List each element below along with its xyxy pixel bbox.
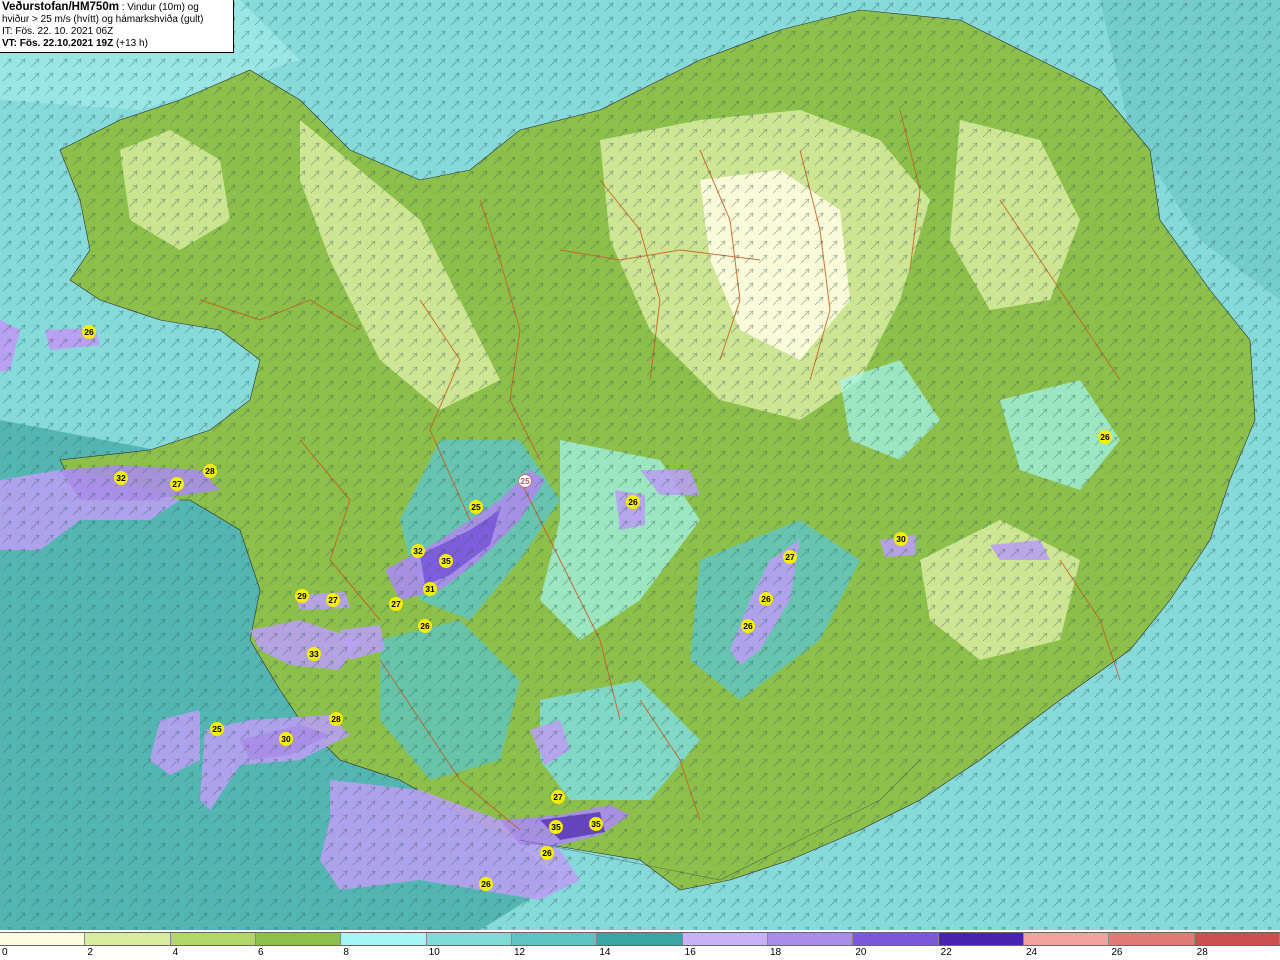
wind-arrows — [0, 0, 1280, 930]
max-gust-label: 30 — [279, 732, 293, 746]
legend-swatch — [85, 933, 171, 945]
legend-tick-label: 10 — [428, 947, 440, 958]
legend-tick-label: 6 — [258, 947, 264, 958]
max-gust-label: 26 — [418, 619, 432, 633]
valid-time: VT: Fös. 22.10.2021 19Z — [2, 38, 114, 49]
issue-time: IT: Fös. 22. 10. 2021 06Z — [2, 26, 114, 37]
legend-tick-label: 26 — [1111, 947, 1123, 958]
max-gust-label: 33 — [307, 647, 321, 661]
map-info-box: Veðurstofan/HM750m : Vindur (10m) og hvi… — [0, 0, 234, 53]
max-gust-label: 26 — [1098, 430, 1112, 444]
max-gust-label: 26 — [741, 619, 755, 633]
max-gust-label: 32 — [411, 544, 425, 558]
max-gust-label: 35 — [549, 820, 563, 834]
legend-swatch — [1109, 933, 1195, 945]
legend-swatch — [767, 933, 854, 945]
legend-tick-label: 4 — [172, 947, 179, 958]
legend-swatch — [938, 933, 1024, 945]
valid-time-offset: (+13 h) — [113, 38, 148, 49]
max-gust-label: 35 — [589, 817, 603, 831]
legend-tick-labels: 0 2 4 6 8 10 12 14 16 18 20 22 24 26 28 — [0, 946, 1280, 960]
max-gust-label: 26 — [540, 846, 554, 860]
legend-tick-label: 22 — [940, 947, 952, 958]
max-gust-label: 26 — [82, 325, 96, 339]
max-gust-label: 27 — [326, 593, 340, 607]
max-gust-label: 32 — [114, 471, 128, 485]
max-gust-label: 28 — [203, 464, 217, 478]
legend-tick-label: 2 — [87, 947, 93, 958]
max-gust-label: 26 — [479, 877, 493, 891]
color-legend: 0 2 4 6 8 10 12 14 16 18 20 22 24 26 28 — [0, 930, 1280, 960]
wind-map — [0, 0, 1280, 930]
max-gust-label: 27 — [783, 550, 797, 564]
max-gust-label: 26 — [626, 495, 640, 509]
legend-tick-label: 14 — [599, 947, 611, 958]
max-gust-label: 28 — [329, 712, 343, 726]
legend-swatch — [597, 933, 683, 945]
max-gust-label: 30 — [894, 532, 908, 546]
max-gust-label: 35 — [439, 554, 453, 568]
legend-swatch — [853, 933, 939, 945]
legend-swatch — [170, 933, 256, 945]
legend-tick-label: 24 — [1026, 947, 1038, 958]
legend-tick-label: 16 — [684, 947, 696, 958]
legend-tick-label: 20 — [855, 947, 867, 958]
legend-tick-label: 28 — [1196, 947, 1208, 958]
max-gust-label: 25 — [469, 500, 483, 514]
max-gust-label: 31 — [423, 582, 437, 596]
map-description-2: hviður > 25 m/s (hvítt) og hámarkshviða … — [2, 14, 204, 25]
legend-tick-label: 0 — [2, 947, 8, 958]
max-gust-label: 26 — [759, 592, 773, 606]
legend-swatch — [1023, 933, 1110, 945]
legend-tick-label: 12 — [514, 947, 526, 958]
legend-tick-label: 18 — [770, 947, 782, 958]
legend-swatch — [1194, 933, 1280, 945]
legend-swatch — [511, 933, 598, 945]
max-gust-label: 27 — [389, 597, 403, 611]
max-gust-label: 25 — [210, 722, 224, 736]
max-gust-label: 25 — [518, 474, 532, 488]
legend-swatch — [341, 933, 427, 945]
map-description-1: : Vindur (10m) og — [118, 2, 199, 13]
max-gust-label: 27 — [551, 790, 565, 804]
legend-swatch — [255, 933, 342, 945]
legend-swatch — [0, 933, 86, 945]
legend-swatch — [682, 933, 768, 945]
legend-color-bar — [0, 932, 1280, 946]
max-gust-label: 29 — [295, 589, 309, 603]
legend-swatch — [426, 933, 512, 945]
map-title: Veðurstofan/HM750m — [2, 1, 119, 13]
legend-tick-label: 8 — [343, 947, 349, 958]
max-gust-label: 27 — [170, 477, 184, 491]
